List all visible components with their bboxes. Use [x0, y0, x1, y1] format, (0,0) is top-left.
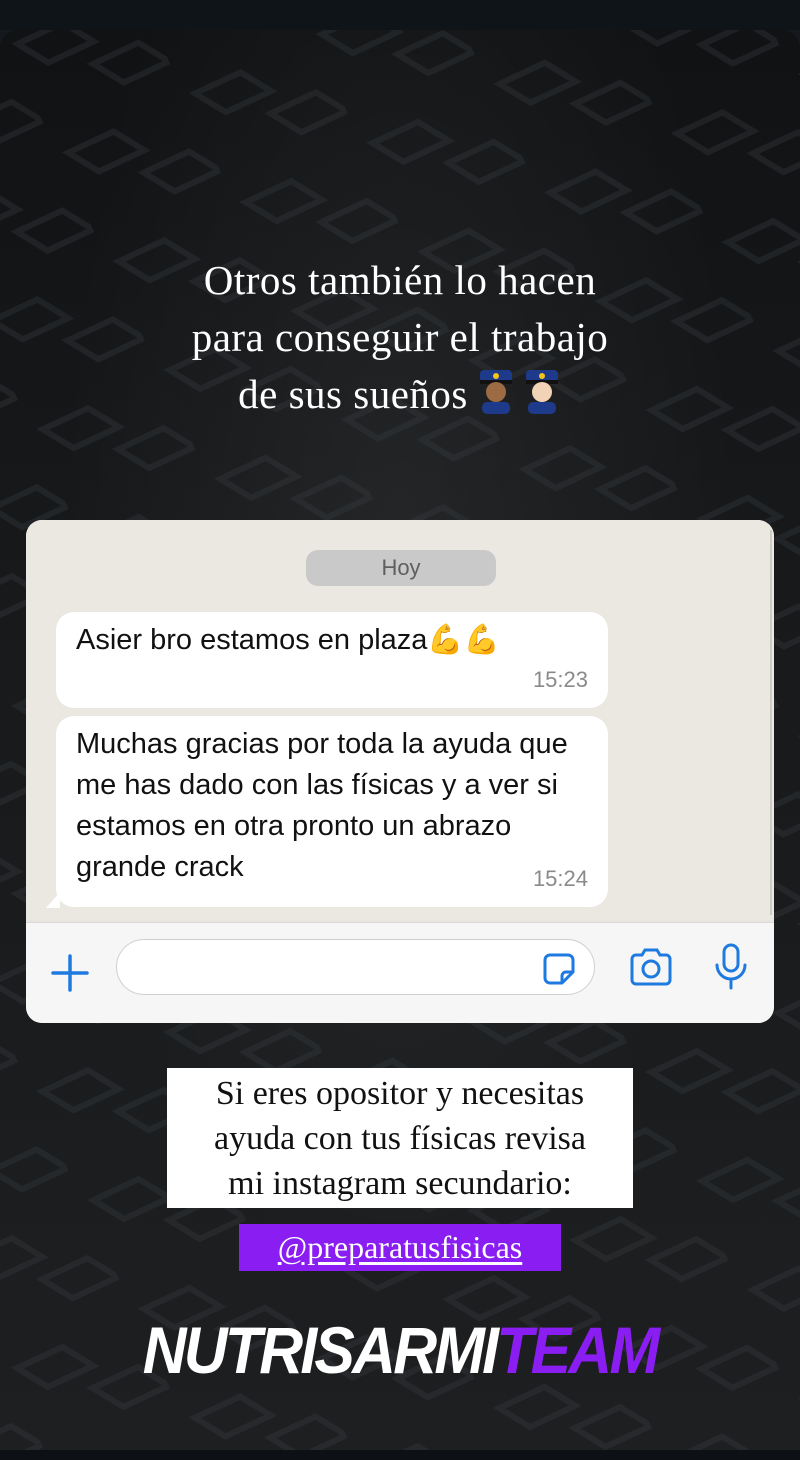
police-officer-emoji [479, 370, 558, 414]
headline-line-3: de sus sueños [0, 366, 800, 423]
message-bubble[interactable]: Asier bro estamos en plaza💪💪 15:23 [56, 612, 608, 708]
status-strip [0, 0, 800, 30]
message-bubble[interactable]: Muchas gracias por toda la ayuda que me … [56, 716, 608, 907]
date-separator: Hoy [306, 550, 496, 586]
message-time: 15:23 [532, 667, 588, 692]
message-time: 15:24 [532, 866, 588, 891]
instagram-handle-link[interactable]: @preparatusfisicas [239, 1224, 561, 1271]
promo-caption: Si eres opositor y necesitas ayuda con t… [167, 1068, 633, 1208]
message-text: Muchas gracias por toda la ayuda que me … [76, 728, 568, 883]
promo-line: ayuda con tus físicas revisa [214, 1120, 586, 1157]
sticker-icon[interactable] [542, 952, 576, 986]
message-input-bar [26, 922, 774, 1023]
message-text: Asier bro estamos en plaza💪💪 [76, 624, 500, 656]
brand-logo-part2: TEAM [496, 1313, 660, 1387]
plus-icon[interactable] [50, 953, 90, 993]
story-frame: Otros también lo hacen para conseguir el… [0, 30, 800, 1450]
chat-scrollbar[interactable] [770, 530, 772, 915]
promo-line: mi instagram secundario: [228, 1165, 572, 1202]
bubble-tail [46, 892, 60, 908]
headline-line-1: Otros también lo hacen [203, 257, 597, 303]
brand-logo: NUTRISARMITEAM [32, 1312, 768, 1388]
bottom-strip [0, 1450, 800, 1460]
headline-line-2: para conseguir el trabajo [191, 314, 609, 360]
camera-icon[interactable] [628, 947, 674, 987]
story-headline: Otros también lo hacen para conseguir el… [0, 252, 800, 423]
microphone-icon[interactable] [714, 943, 748, 991]
promo-line: Si eres opositor y necesitas [215, 1075, 585, 1112]
brand-logo-part1: NUTRISARMI [142, 1313, 499, 1387]
headline-line-3-text: de sus sueños [238, 371, 468, 417]
chat-screenshot: Hoy Asier bro estamos en plaza💪💪 15:23 M… [26, 520, 774, 1023]
message-input[interactable] [116, 939, 595, 995]
